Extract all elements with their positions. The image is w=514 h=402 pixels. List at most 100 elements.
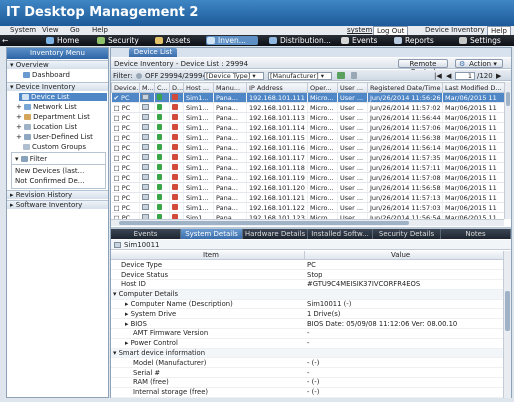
detail-row[interactable]: ▸ BIOS BIOS Date: 05/09/08 11:12:06 Ver: … [111,318,503,330]
clear-filter-icon[interactable] [351,72,357,79]
menu-go[interactable]: Go [70,26,80,34]
col-registered[interactable]: Registered Date/Time [367,82,443,93]
first-page-icon[interactable]: |◀ [434,72,442,80]
row-checkbox[interactable]: ✔ [114,94,119,102]
col-manufacturer[interactable]: Manu... [213,82,247,93]
tab-hardware-details[interactable]: Hardware Details [243,229,308,239]
col-m[interactable]: M... [139,82,155,93]
toolbar-assets[interactable]: Assets [154,36,190,45]
next-page-icon[interactable]: ▶ [496,72,501,80]
toolbar-distribution[interactable]: Distribution... [268,36,331,45]
col-d[interactable]: D... [169,82,184,93]
row-registered: Jun/26/2014 11:56:26 [367,92,443,103]
menu-help[interactable]: Help [92,26,108,34]
row-checkbox[interactable]: □ [114,144,120,152]
remote-control-button[interactable]: Remote Control [398,59,448,76]
pc-icon [142,133,149,140]
grid-horizontal-scrollbar[interactable] [111,219,504,226]
sidebar-item-dashboard[interactable]: Dashboard [23,71,70,79]
table-row[interactable]: □ PC Sim1... Pana... 192.168.101.122 Micro..… [111,202,506,213]
row-checkbox[interactable]: □ [114,164,120,172]
col-device-type[interactable]: Device... [111,82,140,93]
table-row[interactable]: □ PC Sim1... Pana... 192.168.101.112 Micro..… [111,102,506,113]
table-row[interactable]: □ PC Sim1... Pana... 192.168.101.118 Micro..… [111,162,506,173]
table-row[interactable]: □ PC Sim1... Pana... 192.168.101.114 Micro..… [111,122,506,133]
detail-body: Device Type PC Device Status Stop Host ID #GT… [111,260,503,398]
detail-row[interactable]: ▾ Smart device information [111,348,503,359]
row-checkbox[interactable]: □ [114,204,120,212]
sidebar-item-device-list[interactable]: Device List [19,93,107,101]
detail-row[interactable]: ▸ Computer Name (Description) Sim10011 (-… [111,299,503,310]
filter-header[interactable]: ▾ Filter [15,155,47,163]
sidebar-section-overview[interactable]: ▾ Overview [7,60,108,69]
toolbar-events[interactable]: Events [340,36,377,45]
tab-installed-software[interactable]: Installed Softw... [308,229,373,239]
apply-filter-icon[interactable] [337,72,345,79]
table-row[interactable]: □ PC Sim1... Pana... 192.168.101.117 Micro..… [111,152,506,163]
sidebar-item-department-list[interactable]: + Department List [16,113,90,121]
row-checkbox[interactable]: □ [114,194,120,202]
detail-row[interactable]: ▸ Power Control - [111,338,503,349]
manufacturer-select[interactable]: [Manufacturer] ▾ [268,72,332,80]
sidebar-section-device-inventory[interactable]: ▾ Device Inventory [7,82,108,91]
page-input[interactable]: 1 [455,72,475,80]
filter-item-not-confirmed[interactable]: Not Confirmed De... [15,177,84,185]
table-row[interactable]: □ PC Sim1... Pana... 192.168.101.113 Micro..… [111,112,506,123]
alert-icon [172,163,178,170]
col-last-modified[interactable]: Last Modified D... [442,82,506,93]
back-button[interactable]: ← [2,36,8,45]
sidebar-item-user-defined-list[interactable]: + User-Defined List [16,133,93,141]
tab-security-details[interactable]: Security Details [373,229,441,239]
sidebar-item-network-list[interactable]: + Network List [16,103,77,111]
tab-device-list[interactable]: Device List [129,48,177,57]
detail-vertical-scroll-thumb[interactable] [505,291,510,331]
menu-system[interactable]: System [10,26,36,34]
sidebar-section-revision-history[interactable]: ▸ Revision History [7,190,108,199]
table-row[interactable]: □ PC Sim1... Pana... 192.168.101.115 Micro..… [111,132,506,143]
grid-vertical-scrollbar[interactable] [504,82,511,219]
toolbar-settings[interactable]: Settings [458,36,501,45]
row-manufacturer: Pana... [213,92,247,103]
table-row[interactable]: ✔ PC Sim1... Pana... 192.168.101.111 Micro..… [111,92,506,103]
sidebar-section-device-inventory-label: Device Inventory [15,83,76,91]
sidebar-item-location-list[interactable]: + Location List [16,123,77,131]
row-checkbox[interactable]: □ [114,124,120,132]
row-checkbox[interactable]: □ [114,184,120,192]
device-type-select[interactable]: [Device Type] ▾ [204,72,264,80]
table-row[interactable]: □ PC Sim1... Pana... 192.168.101.121 Micro..… [111,192,506,203]
filter-item-new-devices[interactable]: New Devices (last... [15,167,84,175]
action-button[interactable]: ⚙ Action ▾ [455,59,503,68]
toolbar-inventory[interactable]: Inven... [206,36,258,45]
table-row[interactable]: □ PC Sim1... Pana... 192.168.101.116 Micro..… [111,142,506,153]
col-c[interactable]: C... [154,82,170,93]
row-checkbox[interactable]: □ [114,114,120,122]
sidebar-item-custom-groups[interactable]: Custom Groups [23,143,86,151]
filter-toggle-icon[interactable] [136,73,142,79]
col-host[interactable]: Host ... [183,82,214,93]
sidebar-section-software-inventory[interactable]: ▸ Software Inventory [7,200,108,209]
toolbar-home[interactable]: Home [45,36,79,45]
table-row[interactable]: □ PC Sim1... Pana... 192.168.101.119 Micro..… [111,172,506,183]
grid-vertical-scroll-thumb[interactable] [506,92,510,106]
row-checkbox[interactable]: □ [114,134,120,142]
col-user[interactable]: User ... [337,82,368,93]
tab-notes[interactable]: Notes [441,229,511,239]
col-os[interactable]: Oper... [307,82,338,93]
detail-row[interactable]: ▾ Computer Details [111,289,503,300]
toolbar-security[interactable]: Security [96,36,139,45]
row-m [139,162,155,173]
row-checkbox[interactable]: □ [114,154,120,162]
row-checkbox[interactable]: □ [114,104,120,112]
grid-horizontal-scroll-thumb[interactable] [119,221,409,225]
tab-system-details[interactable]: System Details [181,229,243,239]
menu-view[interactable]: View [42,26,59,34]
sidebar-item-custom-groups-label: Custom Groups [32,143,87,151]
detail-vertical-scrollbar[interactable] [503,251,511,398]
table-row[interactable]: □ PC Sim1... Pana... 192.168.101.120 Micro..… [111,182,506,193]
detail-row[interactable]: ▸ System Drive 1 Drive(s) [111,308,503,320]
col-ip-address[interactable]: IP Address [246,82,308,93]
row-checkbox[interactable]: □ [114,174,120,182]
prev-page-icon[interactable]: ◀ [446,72,451,80]
tab-events[interactable]: Events [111,229,181,239]
toolbar-reports[interactable]: Reports [393,36,434,45]
